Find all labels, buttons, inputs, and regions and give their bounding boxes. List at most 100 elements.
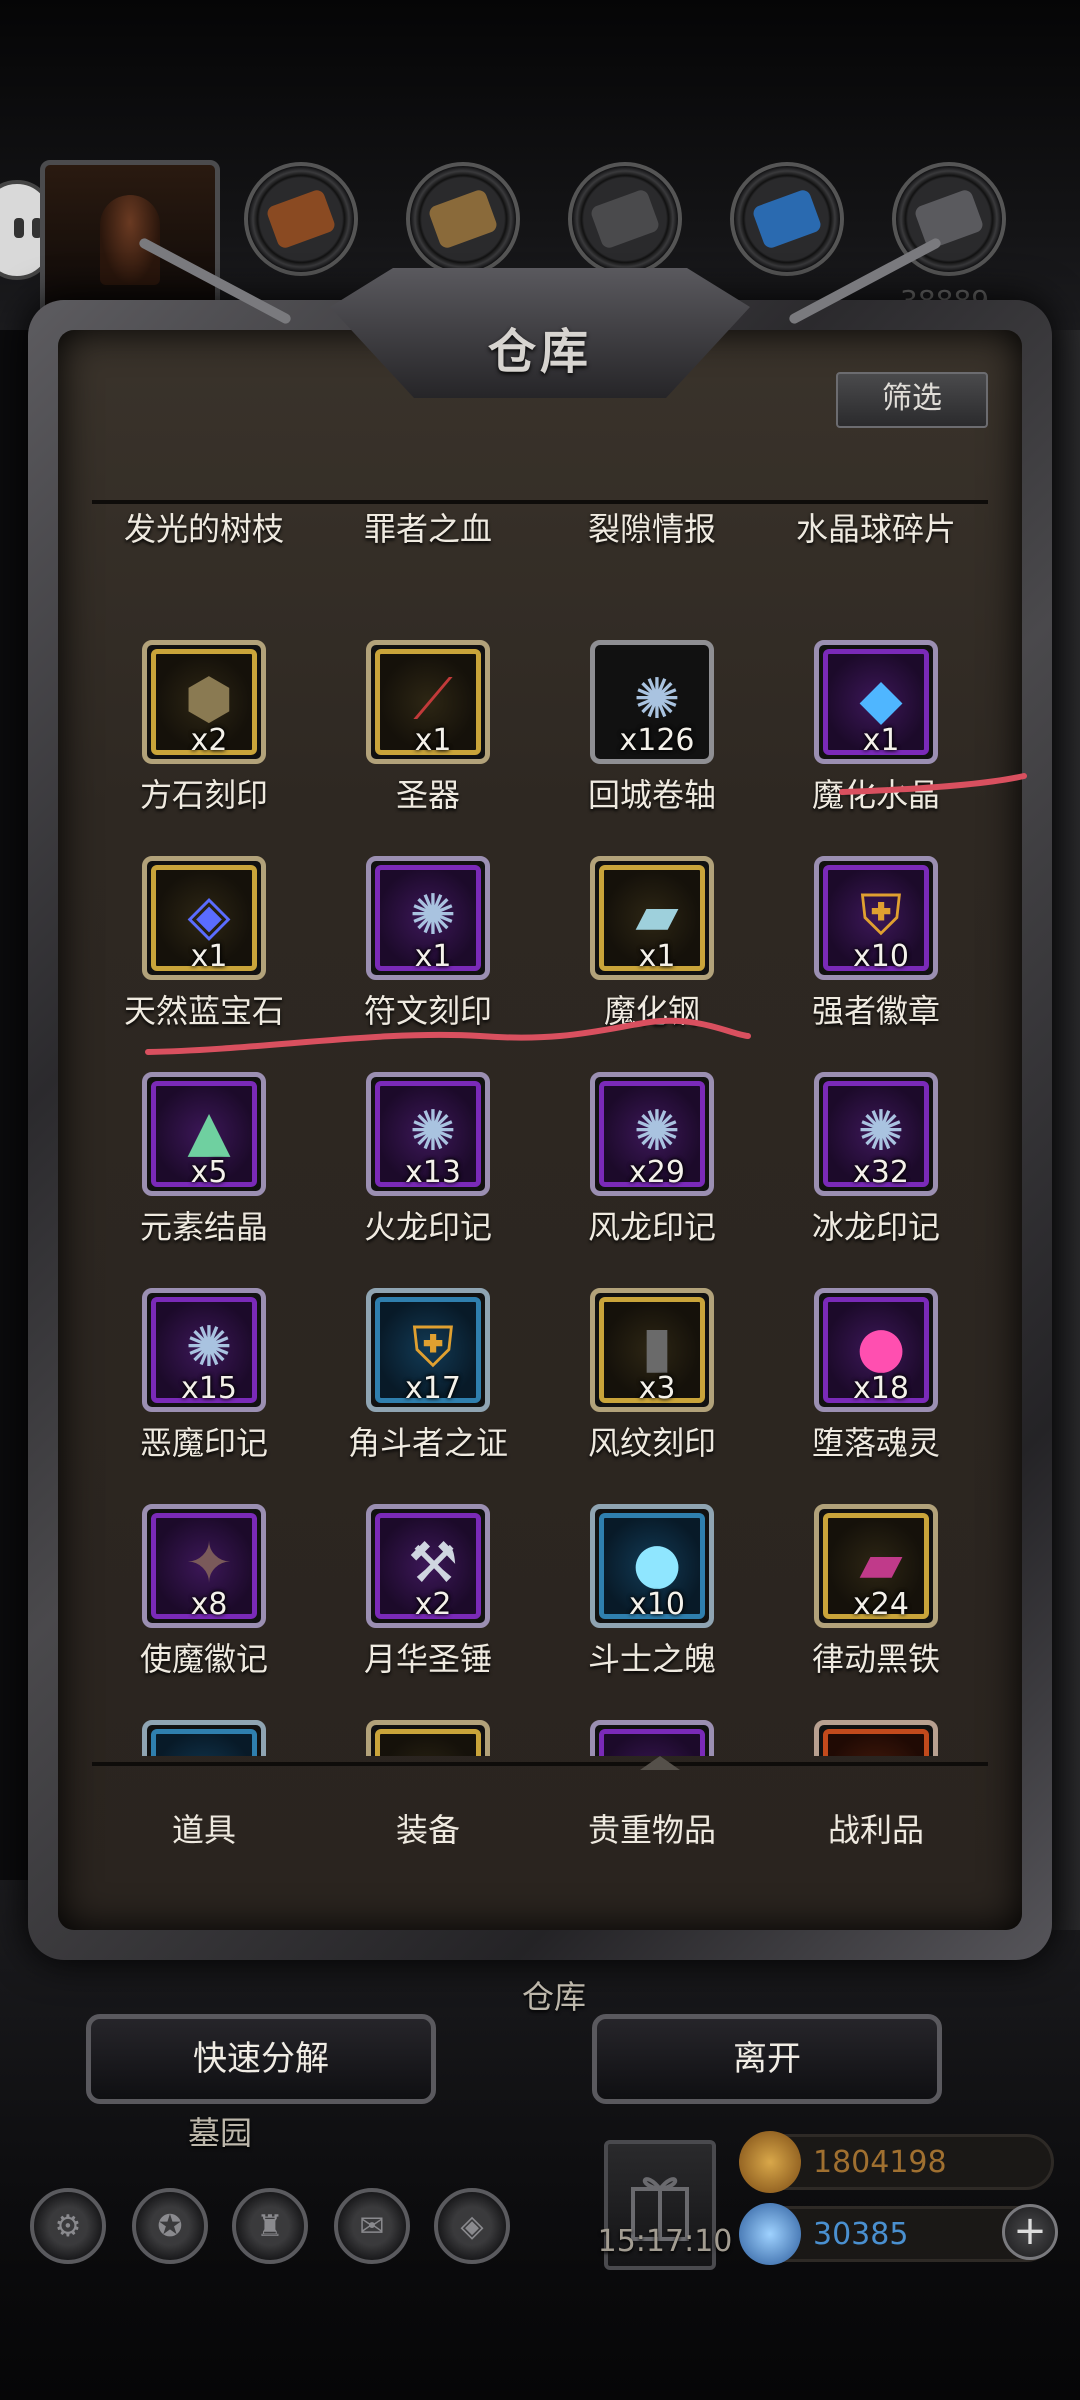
- item-slot[interactable]: ✦ x8: [142, 1504, 266, 1628]
- item-cell[interactable]: ✦ x8 使魔徽记: [92, 1504, 316, 1714]
- item-cell[interactable]: ▰ x1 魔化钢: [540, 856, 764, 1066]
- item-cell[interactable]: [540, 1720, 764, 1756]
- partial-item-icon: [399, 1745, 467, 1756]
- item-cell[interactable]: ◈ x1 天然蓝宝石: [92, 856, 316, 1066]
- item-name: 火龙印记: [363, 1208, 492, 1246]
- item-cell[interactable]: x5水晶球碎片: [764, 504, 988, 584]
- scene-label-warehouse: 仓库: [522, 1978, 587, 2016]
- tab-items[interactable]: 道具: [92, 1780, 316, 1880]
- item-slot[interactable]: ▲ x5: [142, 1072, 266, 1196]
- gold-amount: 1804198: [813, 2145, 947, 2180]
- player-avatar[interactable]: [40, 160, 220, 320]
- plank-resource-icon[interactable]: [406, 162, 520, 276]
- item-slot[interactable]: [590, 1720, 714, 1756]
- item-slot[interactable]: [366, 1720, 490, 1756]
- item-cell[interactable]: ✺ x15 恶魔印记: [92, 1288, 316, 1498]
- item-cell[interactable]: ⬢ x2 方石刻印: [92, 640, 316, 850]
- item-slot[interactable]: [142, 1720, 266, 1756]
- item-cell[interactable]: [92, 1720, 316, 1756]
- item-slot[interactable]: ▰ x1: [590, 856, 714, 980]
- item-slot[interactable]: ✺ x15: [142, 1288, 266, 1412]
- item-cell[interactable]: ⛨ x17 角斗者之证: [316, 1288, 540, 1498]
- tab-equipment[interactable]: 装备: [316, 1780, 540, 1880]
- item-cell[interactable]: x34裂隙情报: [540, 504, 764, 584]
- tab-valuables[interactable]: 贵重物品: [540, 1780, 764, 1880]
- item-cell[interactable]: ◆ x1 魔化水晶: [764, 640, 988, 850]
- item-slot[interactable]: ✺ x13: [366, 1072, 490, 1196]
- item-slot[interactable]: ✺ x29: [590, 1072, 714, 1196]
- achievement-icon[interactable]: ✪: [132, 2188, 208, 2264]
- gem-amount: 30385: [813, 2217, 909, 2252]
- item-quantity: x1: [414, 723, 452, 758]
- item-quantity: x1: [414, 939, 452, 974]
- item-name: 冰龙印记: [811, 1208, 940, 1246]
- wood-resource-icon[interactable]: [244, 162, 358, 276]
- item-slot[interactable]: [814, 1720, 938, 1756]
- item-name: 天然蓝宝石: [123, 992, 284, 1030]
- item-slot[interactable]: ● x10: [590, 1504, 714, 1628]
- item-cell[interactable]: ● x18 堕落魂灵: [764, 1288, 988, 1498]
- item-name: 回城卷轴: [587, 776, 716, 814]
- item-quantity: x3: [638, 1371, 676, 1406]
- item-slot[interactable]: ▰ x24: [814, 1504, 938, 1628]
- item-slot[interactable]: ⟋ x1: [366, 640, 490, 764]
- item-quantity: x29: [629, 1155, 685, 1190]
- item-quantity: x5: [190, 1155, 228, 1190]
- tab-loot[interactable]: 战利品: [764, 1780, 988, 1880]
- leave-button[interactable]: 离开: [592, 2014, 942, 2104]
- item-name: 元素结晶: [139, 1208, 268, 1246]
- item-cell[interactable]: ✺ x1 符文刻印: [316, 856, 540, 1066]
- gem-icon: [739, 2203, 801, 2265]
- character-icon[interactable]: ♜: [232, 2188, 308, 2264]
- filter-button[interactable]: 筛选: [836, 372, 988, 428]
- add-gems-button[interactable]: +: [1002, 2204, 1058, 2260]
- item-quantity: x8: [190, 1587, 228, 1622]
- mail-icon[interactable]: ✉: [334, 2188, 410, 2264]
- item-cell[interactable]: [316, 1720, 540, 1756]
- item-slot[interactable]: ⛨ x17: [366, 1288, 490, 1412]
- item-cell[interactable]: ✺ x126 回城卷轴: [540, 640, 764, 850]
- item-cell[interactable]: [764, 1720, 988, 1756]
- item-grid[interactable]: x88发光的树枝x2罪者之血x34裂隙情报x5水晶球碎片 ⬢x2 方石刻印 ⟋x1圣器…: [92, 504, 988, 1756]
- item-cell[interactable]: ● x10 斗士之魄: [540, 1504, 764, 1714]
- item-slot[interactable]: ✺ x126: [590, 640, 714, 764]
- item-name: 符文刻印: [363, 992, 492, 1030]
- item-cell[interactable]: ⚒ x2 月华圣锤: [316, 1504, 540, 1714]
- item-cell[interactable]: ⛨ x10 强者徽章: [764, 856, 988, 1066]
- partial-item-icon: [175, 1745, 243, 1756]
- item-quantity: x1: [638, 939, 676, 974]
- category-tabs: 道具 装备 贵重物品 战利品: [92, 1780, 988, 1880]
- item-quantity: x24: [853, 1587, 909, 1622]
- item-slot[interactable]: ⛨ x10: [814, 856, 938, 980]
- item-cell[interactable]: x2罪者之血: [316, 504, 540, 584]
- item-cell[interactable]: x88发光的树枝: [92, 504, 316, 584]
- item-cell[interactable]: ▲ x5 元素结晶: [92, 1072, 316, 1282]
- item-slot[interactable]: ◈ x1: [142, 856, 266, 980]
- item-cell[interactable]: ⟋ x1 圣器: [316, 640, 540, 850]
- item-name: 风纹刻印: [587, 1424, 716, 1462]
- item-slot[interactable]: ◆ x1: [814, 640, 938, 764]
- item-cell[interactable]: ✺ x32 冰龙印记: [764, 1072, 988, 1282]
- item-slot[interactable]: ● x18: [814, 1288, 938, 1412]
- item-quantity: x10: [853, 939, 909, 974]
- item-slot[interactable]: ⚒ x2: [366, 1504, 490, 1628]
- item-name: 魔化钢: [603, 992, 700, 1030]
- dice-icon[interactable]: ◈: [434, 2188, 510, 2264]
- item-cell[interactable]: ▰ x24 律动黑铁: [764, 1504, 988, 1714]
- stone-resource-icon[interactable]: [568, 162, 682, 276]
- item-slot[interactable]: ✺ x1: [366, 856, 490, 980]
- settings-icon[interactable]: ⚙: [30, 2188, 106, 2264]
- item-name: 堕落魂灵: [811, 1424, 940, 1462]
- item-quantity: x13: [405, 1155, 461, 1190]
- crystal-resource-icon[interactable]: [730, 162, 844, 276]
- item-slot[interactable]: ✺ x32: [814, 1072, 938, 1196]
- item-cell[interactable]: ✺ x13 火龙印记: [316, 1072, 540, 1282]
- item-quantity: x2: [414, 1587, 452, 1622]
- item-cell[interactable]: ▮ x3 风纹刻印: [540, 1288, 764, 1498]
- quick-decompose-button[interactable]: 快速分解: [86, 2014, 436, 2104]
- item-name: 方石刻印: [139, 776, 268, 814]
- item-slot[interactable]: ⬢ x2: [142, 640, 266, 764]
- item-slot[interactable]: ▮ x3: [590, 1288, 714, 1412]
- item-cell[interactable]: ✺ x29 风龙印记: [540, 1072, 764, 1282]
- item-quantity: x126: [619, 723, 695, 758]
